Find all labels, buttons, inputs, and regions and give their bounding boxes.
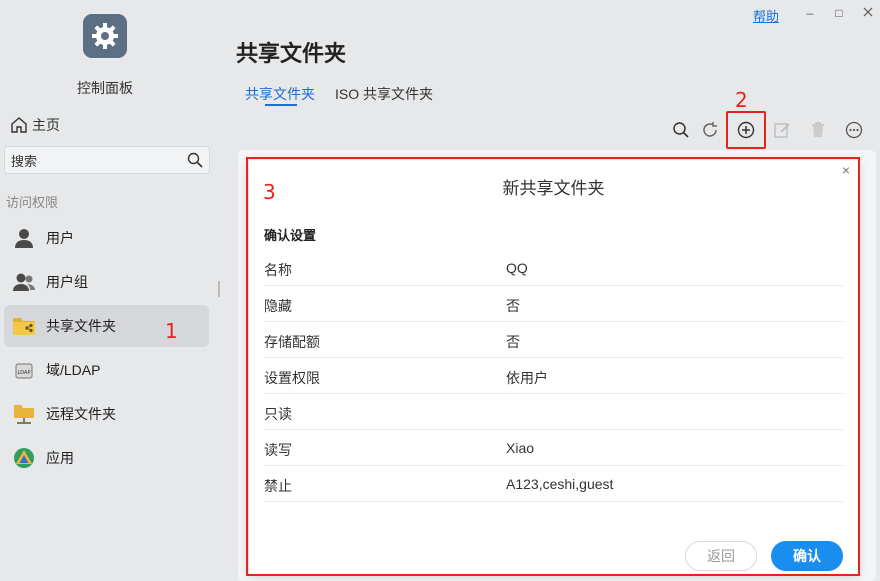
edit-button[interactable] (771, 119, 793, 141)
edit-icon (774, 123, 790, 138)
search-icon (187, 152, 203, 168)
search-icon (673, 122, 689, 138)
sidebar-item-label: 远程文件夹 (46, 406, 116, 422)
search-input[interactable]: 搜索 (4, 146, 210, 174)
user-icon (12, 226, 36, 250)
home-icon (11, 117, 27, 133)
refresh-icon (703, 122, 717, 137)
sidebar-item-label: 域/LDAP (46, 362, 101, 378)
close-window-button[interactable] (858, 4, 878, 22)
tab-iso-shared-folders[interactable]: ISO 共享文件夹 (335, 84, 433, 104)
sidebar-item-groups[interactable]: 用户组 (4, 261, 209, 303)
ldap-icon: LDAP (12, 358, 36, 382)
dialog-highlight (246, 157, 860, 576)
sidebar-item-remote-folders[interactable]: 远程文件夹 (4, 393, 209, 435)
app-icon (12, 446, 36, 470)
shared-folder-icon (12, 314, 36, 338)
group-icon (12, 270, 36, 294)
add-button-highlight (726, 111, 766, 149)
sidebar-item-label: 用户 (46, 230, 74, 246)
svg-text:LDAP: LDAP (18, 370, 31, 376)
sidebar: 控制面板 主页 搜索 访问权限 用户 用户组 共享文件夹 LDAP 域/LDAP… (0, 0, 220, 581)
home-label: 主页 (32, 117, 60, 133)
sidebar-item-label: 应用 (46, 450, 74, 466)
refresh-button[interactable] (699, 119, 721, 141)
section-access-rights: 访问权限 (6, 195, 59, 210)
active-tab-indicator (265, 104, 297, 106)
annotation-3: 3 (263, 180, 276, 204)
delete-button[interactable] (807, 119, 829, 141)
annotation-2: 2 (735, 88, 748, 112)
search-placeholder: 搜索 (11, 153, 38, 169)
tab-shared-folders[interactable]: 共享文件夹 (245, 84, 315, 104)
sidebar-item-label: 共享文件夹 (46, 318, 116, 334)
minimize-button[interactable]: – (800, 4, 820, 22)
trash-icon (812, 122, 824, 137)
annotation-1: 1 (165, 319, 178, 343)
more-icon (845, 121, 863, 139)
help-link[interactable]: 帮助 (753, 6, 779, 25)
home-link[interactable]: 主页 (10, 115, 60, 135)
more-button[interactable] (843, 119, 865, 141)
sidebar-item-label: 用户组 (46, 274, 88, 290)
control-panel-icon (83, 14, 127, 58)
sidebar-item-apps[interactable]: 应用 (4, 437, 209, 479)
sidebar-item-users[interactable]: 用户 (4, 217, 209, 259)
close-icon (863, 7, 873, 17)
page-title: 共享文件夹 (236, 41, 347, 66)
sidebar-item-ldap[interactable]: LDAP 域/LDAP (4, 349, 209, 391)
maximize-button[interactable]: □ (829, 4, 849, 22)
sidebar-item-shared-folders[interactable]: 共享文件夹 (4, 305, 209, 347)
remote-folder-icon (12, 402, 36, 426)
search-button[interactable] (670, 119, 692, 141)
sidebar-scrollbar[interactable] (218, 281, 220, 297)
app-title: 控制面板 (77, 80, 133, 96)
